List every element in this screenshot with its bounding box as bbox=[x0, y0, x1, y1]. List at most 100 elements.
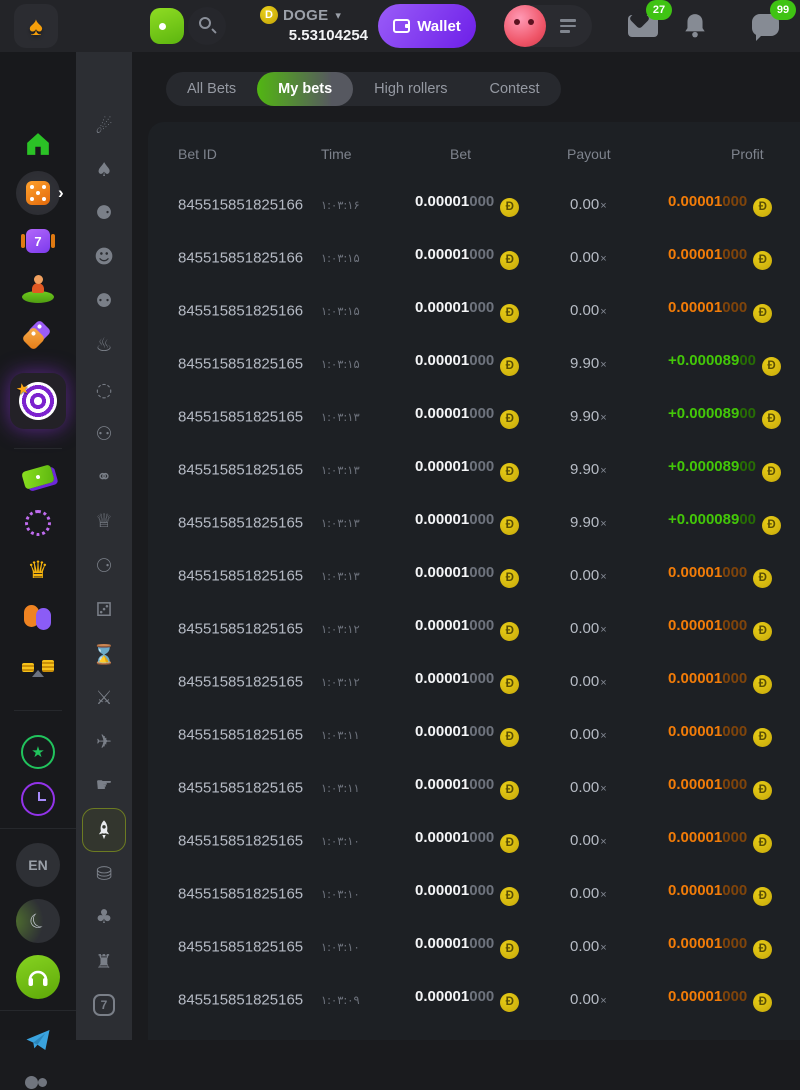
games-rail-item-seven-game[interactable]: 7 bbox=[76, 983, 132, 1027]
games-rail-item-dice-cube[interactable]: ⚂ bbox=[76, 588, 132, 632]
games-rail-item-cards2[interactable]: ♣ bbox=[76, 895, 132, 939]
doge-coin-icon: Đ bbox=[762, 410, 781, 429]
tab-contest[interactable]: Contest bbox=[469, 72, 561, 106]
sidebar-item-home[interactable] bbox=[0, 130, 76, 158]
games-rail-item-eggs[interactable]: ⚇ bbox=[76, 412, 132, 456]
table-row[interactable]: 845515851825165۱:۰۳:۱۰0.00001000Đ0.00×0.… bbox=[148, 814, 800, 867]
telegram-link[interactable] bbox=[0, 1026, 76, 1054]
tab-high-rollers[interactable]: High rollers bbox=[353, 72, 468, 106]
tab-my-bets[interactable]: My bets bbox=[257, 72, 353, 106]
games-rail-item-sword[interactable]: ⚔ bbox=[76, 676, 132, 720]
games-rail-item-crown-web[interactable]: ♕ bbox=[76, 499, 132, 543]
theme-toggle[interactable]: ☾ bbox=[0, 899, 76, 943]
bet-amount-dim: 000 bbox=[469, 988, 494, 1005]
bet-id-cell: 845515851825165 bbox=[178, 832, 305, 849]
table-row[interactable]: 845515851825165۱:۰۳:۱۳0.00001000Đ0.00×0.… bbox=[148, 549, 800, 602]
home-icon bbox=[25, 132, 51, 156]
games-rail-item-slots-coin[interactable]: ⛁ bbox=[76, 852, 132, 896]
bet-amount: 0.00001 bbox=[415, 617, 469, 634]
wallet-button[interactable]: Wallet bbox=[378, 4, 476, 48]
robot-icon: ♜ bbox=[95, 951, 112, 973]
table-row[interactable]: 845515851825165۱:۰۳:۱۱0.00001000Đ0.00×0.… bbox=[148, 708, 800, 761]
games-rail-item-bomb[interactable]: ⚉ bbox=[76, 279, 132, 323]
sidebar-item-bonus-wheel[interactable] bbox=[0, 509, 76, 537]
notifications-button[interactable] bbox=[682, 12, 708, 45]
sidebar-item-favorites[interactable]: ★ bbox=[0, 735, 76, 769]
table-row[interactable]: 845515851825165۱:۰۳:۱۳0.00001000Đ9.90×+0… bbox=[148, 443, 800, 496]
bet-amount: 0.00001 bbox=[415, 246, 469, 263]
sidebar-item-lottery[interactable] bbox=[0, 462, 76, 492]
site-logo[interactable] bbox=[150, 8, 184, 44]
table-row[interactable]: 845515851825165۱:۰۳:۱۰0.00001000Đ0.00×0.… bbox=[148, 867, 800, 920]
sidebar-item-featured-game[interactable]: ★ bbox=[0, 373, 76, 429]
sidebar-item-casino[interactable] bbox=[0, 171, 76, 215]
games-rail-item-timer[interactable]: ⌛ bbox=[76, 632, 132, 676]
table-row[interactable]: 845515851825165۱:۰۳:۱۵0.00001000Đ9.90×+0… bbox=[148, 337, 800, 390]
spade-logo-button[interactable]: ♠ bbox=[14, 4, 58, 48]
doge-coin-icon: Đ bbox=[500, 993, 519, 1012]
games-rail-item-coins[interactable]: ⚭ bbox=[76, 455, 132, 499]
sidebar-item-promotions[interactable] bbox=[0, 322, 76, 352]
coins-icon: ⚭ bbox=[96, 466, 112, 488]
roulette-icon: ◌ bbox=[96, 379, 113, 401]
dice-cube-icon: ⚂ bbox=[96, 599, 113, 621]
sidebar-item-recent[interactable] bbox=[0, 782, 76, 816]
table-row[interactable]: 845515851825166۱:۰۳:۱۵0.00001000Đ0.00×0.… bbox=[148, 284, 800, 337]
planet-icon: ⚈ bbox=[95, 202, 112, 224]
games-rail-item-cards[interactable]: ♠ bbox=[76, 148, 132, 192]
payout-value: 0.00 bbox=[570, 673, 599, 690]
games-rail-item-hand-cards[interactable]: ☛ bbox=[76, 763, 132, 807]
profit-amount: +0.000089 bbox=[668, 352, 739, 369]
doge-coin-icon: Đ bbox=[500, 887, 519, 906]
bell-icon bbox=[682, 12, 708, 40]
bet-id-cell: 845515851825165 bbox=[178, 885, 305, 902]
sidebar-item-vip[interactable]: ♛ bbox=[0, 557, 76, 585]
games-rail-item-wrecking-ball[interactable]: ⚆ bbox=[76, 544, 132, 588]
profit-amount: 0.00001 bbox=[668, 988, 722, 1005]
profit-amount-dim: 000 bbox=[722, 935, 747, 952]
games-rail-item-robot[interactable]: ♜ bbox=[76, 940, 132, 984]
profit-cell: 0.00001000Đ bbox=[668, 617, 772, 641]
wallet-label: Wallet bbox=[417, 18, 461, 35]
bet-amount-dim: 000 bbox=[469, 458, 494, 475]
table-row[interactable]: 845515851825166۱:۰۳:۱۵0.00001000Đ0.00×0.… bbox=[148, 231, 800, 284]
doge-coin-icon: Đ bbox=[500, 410, 519, 429]
multiplier-sign: × bbox=[600, 571, 606, 583]
games-rail-item-rocket[interactable] bbox=[76, 808, 132, 852]
profit-amount-dim: 000 bbox=[722, 723, 747, 740]
games-rail-item-crash[interactable]: ☄ bbox=[76, 105, 132, 149]
games-rail-item-roulette[interactable]: ◌ bbox=[76, 368, 132, 412]
profile-menu[interactable] bbox=[504, 5, 592, 47]
sidebar-item-refer[interactable] bbox=[0, 605, 76, 631]
table-row[interactable]: 845515851825165۱:۰۳:۱۰0.00001000Đ0.00×0.… bbox=[148, 920, 800, 973]
column-header-bet-id: Bet ID bbox=[178, 146, 217, 162]
table-row[interactable]: 845515851825165۱:۰۳:۱۳0.00001000Đ9.90×+0… bbox=[148, 390, 800, 443]
games-rail-item-ufo[interactable]: ✈ bbox=[76, 720, 132, 764]
language-selector[interactable]: EN bbox=[0, 843, 76, 887]
sidebar-item-staking[interactable] bbox=[0, 654, 76, 678]
games-rail-item-monster[interactable]: ☻ bbox=[76, 235, 132, 279]
table-row[interactable]: 845515851825165۱:۰۳:۱۲0.00001000Đ0.00×0.… bbox=[148, 602, 800, 655]
games-rail-item-planet[interactable]: ⚈ bbox=[76, 191, 132, 235]
time-cell: ۱:۰۳:۱۱ bbox=[321, 781, 360, 795]
payout-value: 0.00 bbox=[570, 567, 599, 584]
currency-selector[interactable]: D DOGE ▾ 5.53104254 bbox=[260, 5, 372, 47]
sidebar-item-slots[interactable]: 7 bbox=[0, 227, 76, 255]
table-row[interactable]: 845515851825165۱:۰۳:۰۹0.00001000Đ0.00×0.… bbox=[148, 973, 800, 1026]
tab-all-bets[interactable]: All Bets bbox=[166, 72, 257, 106]
table-row[interactable]: 845515851825166۱:۰۳:۱۶0.00001000Đ0.00×0.… bbox=[148, 178, 800, 231]
social-link[interactable] bbox=[0, 1074, 76, 1090]
avatar[interactable] bbox=[504, 5, 546, 47]
bet-id-cell: 845515851825166 bbox=[178, 302, 305, 319]
cards2-icon: ♣ bbox=[95, 906, 112, 928]
profit-amount: 0.00001 bbox=[668, 193, 722, 210]
table-row[interactable]: 845515851825165۱:۰۳:۱۳0.00001000Đ9.90×+0… bbox=[148, 496, 800, 549]
support-button[interactable] bbox=[0, 955, 76, 999]
sidebar-expand-chevron[interactable]: › bbox=[58, 183, 64, 203]
table-row[interactable]: 845515851825165۱:۰۳:۱۱0.00001000Đ0.00×0.… bbox=[148, 761, 800, 814]
games-rail-item-plinko[interactable]: ♨ bbox=[76, 323, 132, 367]
sidebar-item-live-casino[interactable] bbox=[0, 275, 76, 303]
profit-amount-dim: 000 bbox=[722, 246, 747, 263]
search-button[interactable] bbox=[188, 7, 226, 45]
table-row[interactable]: 845515851825165۱:۰۳:۱۲0.00001000Đ0.00×0.… bbox=[148, 655, 800, 708]
